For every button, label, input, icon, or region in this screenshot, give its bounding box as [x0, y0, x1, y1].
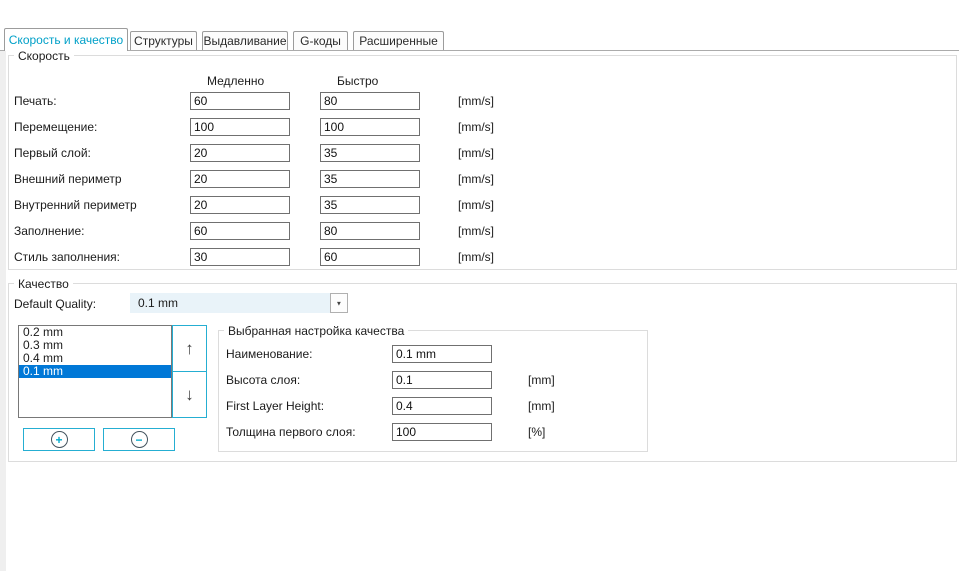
tab-label: Расширенные: [359, 34, 438, 48]
speed-slow-input-1[interactable]: [190, 118, 290, 136]
tabstrip-baseline: [0, 50, 959, 51]
default-quality-label: Default Quality:: [14, 297, 97, 311]
speed-row-label: Перемещение:: [14, 120, 98, 134]
unit-label: [%]: [528, 425, 546, 439]
speed-fast-input-3[interactable]: [320, 170, 420, 188]
speed-unit-label: [mm/s]: [458, 120, 494, 134]
first-layer-height-input[interactable]: [392, 397, 492, 415]
unit-label: [mm]: [528, 373, 555, 387]
column-header-fast: Быстро: [337, 74, 379, 88]
settings-panel: Скорость и качество Структуры Выдавливан…: [0, 0, 959, 579]
arrow-up-icon: ↑: [185, 338, 194, 358]
tab-label: Скорость и качество: [8, 33, 124, 47]
speed-slow-input-6[interactable]: [190, 248, 290, 266]
speed-fast-input-0[interactable]: [320, 92, 420, 110]
speed-unit-label: [mm/s]: [458, 172, 494, 186]
column-header-slow: Медленно: [207, 74, 265, 88]
default-quality-value: 0.1 mm: [138, 296, 179, 310]
tab-label: Структуры: [134, 34, 193, 48]
speed-slow-input-3[interactable]: [190, 170, 290, 188]
speed-unit-label: [mm/s]: [458, 250, 494, 264]
speed-slow-input-2[interactable]: [190, 144, 290, 162]
window-left-strip: [0, 50, 6, 571]
speed-fast-input-2[interactable]: [320, 144, 420, 162]
tab-gcodes[interactable]: G-коды: [293, 31, 348, 50]
layer-height-input[interactable]: [392, 371, 492, 389]
selected-row-label: Наименование:: [226, 347, 313, 361]
minus-glyph: −: [135, 432, 143, 447]
speed-unit-label: [mm/s]: [458, 224, 494, 238]
speed-fast-input-1[interactable]: [320, 118, 420, 136]
speed-fast-input-4[interactable]: [320, 196, 420, 214]
plus-glyph: +: [55, 432, 63, 447]
default-quality-dropdown-button[interactable]: ▼: [330, 293, 348, 313]
default-quality-combobox[interactable]: 0.1 mm: [130, 293, 330, 313]
minus-circle-icon: −: [130, 431, 148, 448]
dropdown-arrow-icon: ▼: [335, 299, 343, 307]
remove-quality-button[interactable]: −: [103, 428, 175, 451]
speed-row-label: Первый слой:: [14, 146, 91, 160]
speed-unit-label: [mm/s]: [458, 198, 494, 212]
first-layer-thickness-input[interactable]: [392, 423, 492, 441]
speed-group-title: Скорость: [14, 49, 74, 63]
tab-advanced[interactable]: Расширенные: [353, 31, 444, 50]
speed-unit-label: [mm/s]: [458, 94, 494, 108]
tab-label: Выдавливание: [203, 34, 287, 48]
selected-row-label: Высота слоя:: [226, 373, 301, 387]
speed-slow-input-5[interactable]: [190, 222, 290, 240]
tab-extrusion[interactable]: Выдавливание: [202, 31, 288, 50]
arrow-down-icon: ↓: [185, 384, 194, 404]
speed-fast-input-5[interactable]: [320, 222, 420, 240]
plus-circle-icon: +: [50, 431, 68, 448]
quality-name-input[interactable]: [392, 345, 492, 363]
quality-listbox[interactable]: 0.2 mm 0.3 mm 0.4 mm 0.1 mm: [18, 325, 172, 418]
tab-label: G-коды: [300, 34, 341, 48]
quality-group-title: Качество: [14, 277, 73, 291]
selected-row-label: First Layer Height:: [226, 399, 325, 413]
speed-slow-input-0[interactable]: [190, 92, 290, 110]
unit-label: [mm]: [528, 399, 555, 413]
speed-row-label: Заполнение:: [14, 224, 85, 238]
selected-row-label: Толщина первого слоя:: [226, 425, 356, 439]
tab-structures[interactable]: Структуры: [130, 31, 197, 50]
speed-row-label: Внешний периметр: [14, 172, 122, 186]
move-down-button[interactable]: ↓: [172, 371, 207, 418]
speed-row-label: Внутренний периметр: [14, 198, 137, 212]
speed-row-label: Стиль заполнения:: [14, 250, 121, 264]
selected-quality-group-title: Выбранная настройка качества: [224, 324, 409, 338]
speed-row-label: Печать:: [14, 94, 57, 108]
quality-list-item-selected[interactable]: 0.1 mm: [19, 365, 171, 378]
move-up-button[interactable]: ↑: [172, 325, 207, 372]
speed-unit-label: [mm/s]: [458, 146, 494, 160]
speed-slow-input-4[interactable]: [190, 196, 290, 214]
speed-fast-input-6[interactable]: [320, 248, 420, 266]
tab-speed-quality[interactable]: Скорость и качество: [4, 28, 128, 51]
add-quality-button[interactable]: +: [23, 428, 95, 451]
